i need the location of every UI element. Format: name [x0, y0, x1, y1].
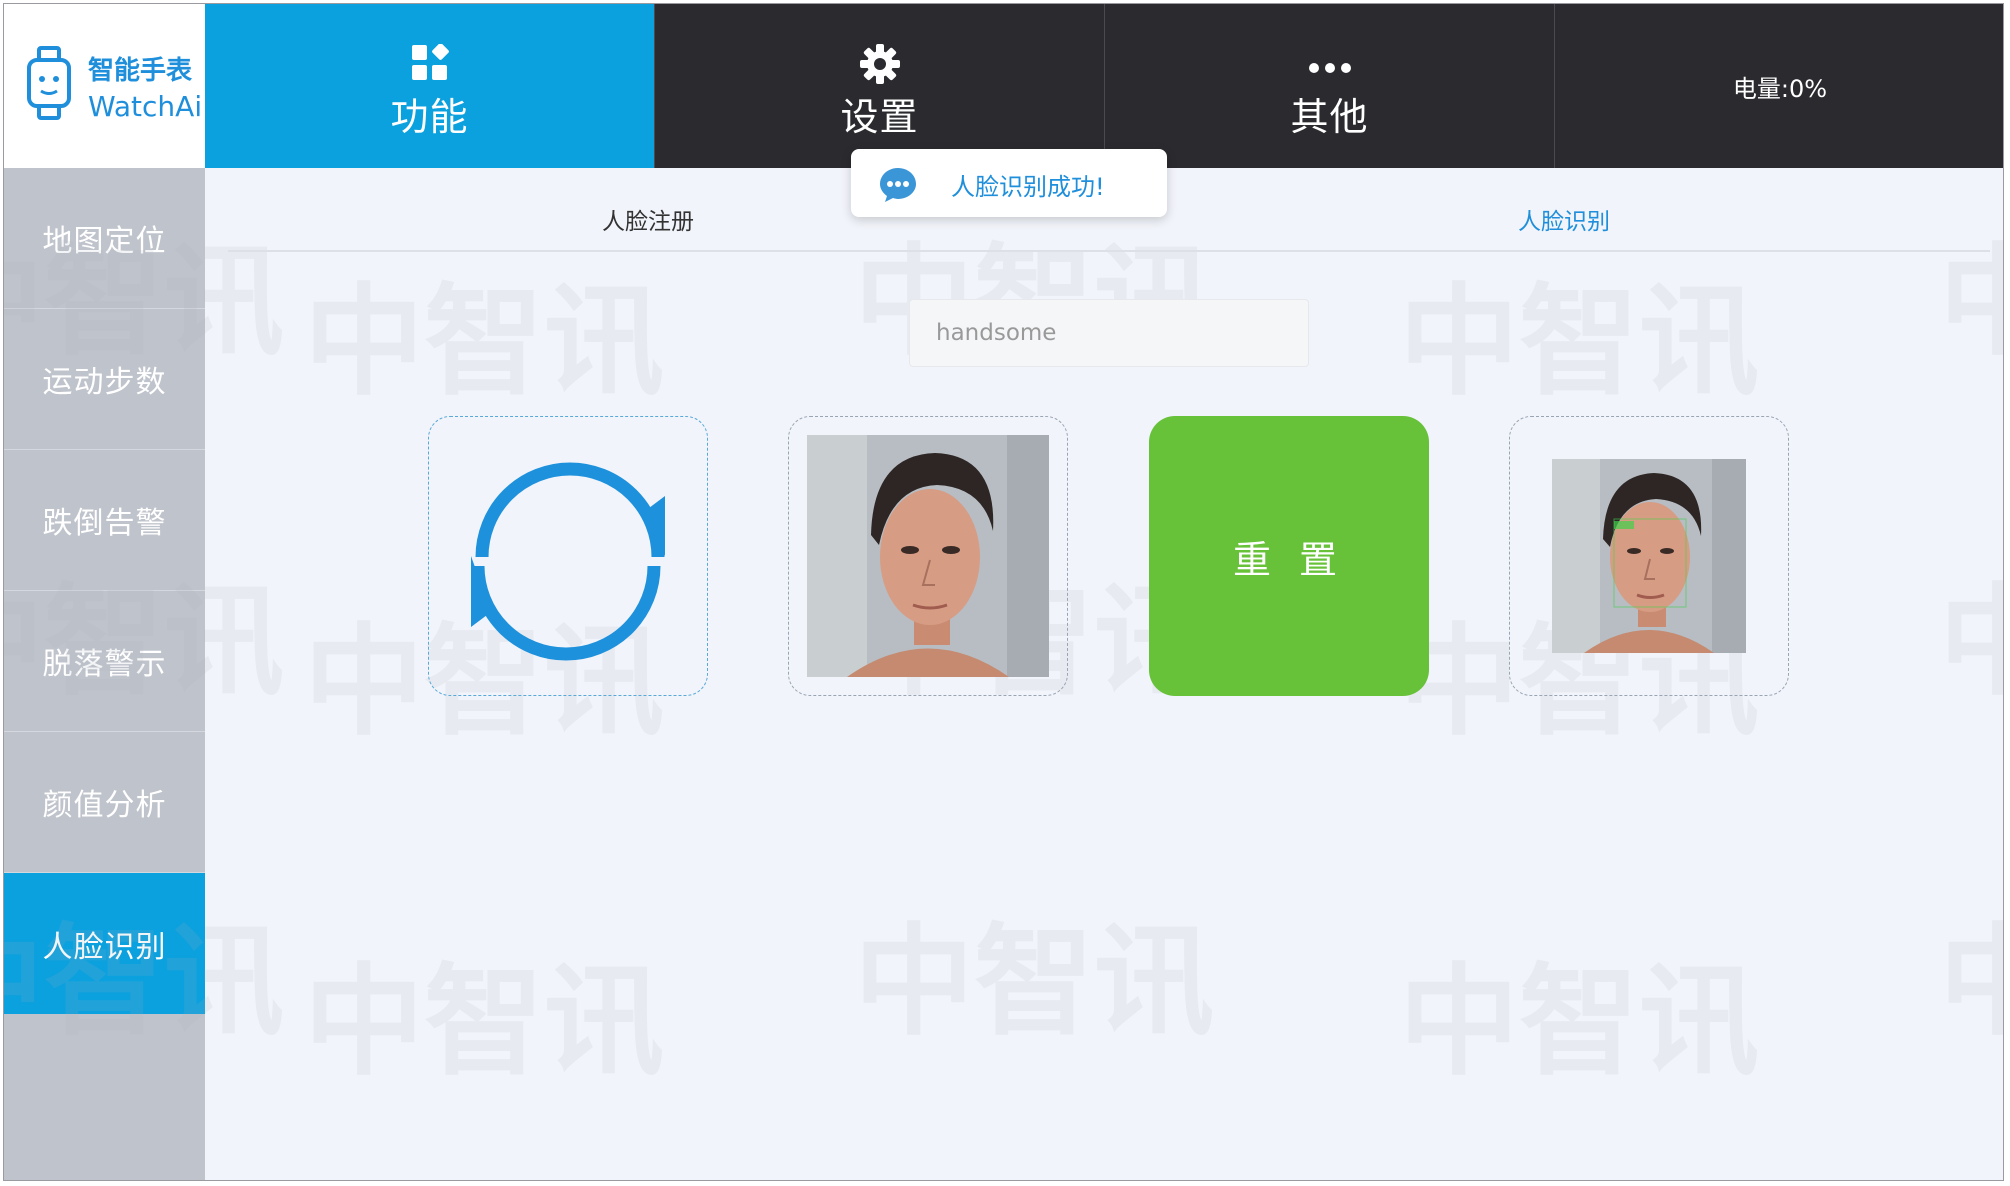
subtab-face-register[interactable]: 人脸注册 [602, 202, 694, 236]
grid-icon [411, 44, 449, 80]
tab-functions[interactable]: 功能 [205, 4, 655, 168]
watermark: 中智讯 [1939, 884, 2003, 1058]
captured-face-card [788, 416, 1068, 696]
battery-status: 电量:0% [1732, 74, 1828, 103]
recognized-face-photo [1552, 459, 1746, 653]
reset-button[interactable]: 重 置 [1149, 416, 1429, 696]
watermark: 中智讯 [1399, 273, 1759, 412]
subtab-divider [228, 250, 1990, 252]
tab-label: 功能 [390, 95, 469, 139]
smartwatch-icon [27, 46, 71, 120]
logo-title: 智能手表 [88, 56, 193, 86]
app-logo: 智能手表 WatchAi [4, 4, 205, 168]
watermark: 中智讯 [304, 953, 664, 1092]
name-input[interactable]: handsome [909, 299, 1309, 367]
subtab-face-recognize[interactable]: 人脸识别 [1518, 202, 1610, 236]
sidebar-item-map[interactable]: 地图定位 [4, 168, 205, 309]
refresh-icon [471, 462, 665, 661]
sidebar-item-face-recognition[interactable]: 人脸识别 [4, 873, 205, 1014]
watermark: 中智讯 [854, 913, 1214, 1052]
top-nav: 功能 设置 其他 电量:0% [205, 4, 2003, 168]
sidebar: 地图定位 运动步数 跌倒告警 脱落警示 颜值分析 人脸识别 [4, 168, 205, 1180]
sidebar-item-detach-warning[interactable]: 脱落警示 [4, 591, 205, 732]
sidebar-item-face-score[interactable]: 颜值分析 [4, 732, 205, 873]
chat-bubble-icon [880, 168, 916, 202]
toast-message: 人脸识别成功! [951, 173, 1105, 201]
tab-label: 其他 [1290, 95, 1369, 139]
sidebar-item-fall-alert[interactable]: 跌倒告警 [4, 450, 205, 591]
recognized-face-card [1509, 416, 1789, 696]
watermark: 中智讯 [304, 273, 664, 412]
watermark: 中智讯 [1939, 544, 2003, 718]
tab-other[interactable]: 其他 [1105, 4, 1555, 168]
tab-label: 设置 [840, 95, 919, 139]
more-dots-icon [1308, 63, 1351, 73]
capture-refresh-card[interactable] [428, 416, 708, 696]
success-toast: 人脸识别成功! [851, 149, 1167, 217]
watermark: 中智讯 [1399, 953, 1759, 1092]
tab-settings[interactable]: 设置 [655, 4, 1105, 168]
gear-icon [859, 44, 900, 84]
app-window: 中智讯 中智讯 中智讯 中智讯 中智讯 中智讯 中智讯 中智讯 中智讯 中智讯 … [3, 3, 2004, 1181]
sidebar-item-steps[interactable]: 运动步数 [4, 309, 205, 450]
logo-subtitle: WatchAi [88, 90, 203, 123]
captured-face-photo [807, 435, 1049, 677]
